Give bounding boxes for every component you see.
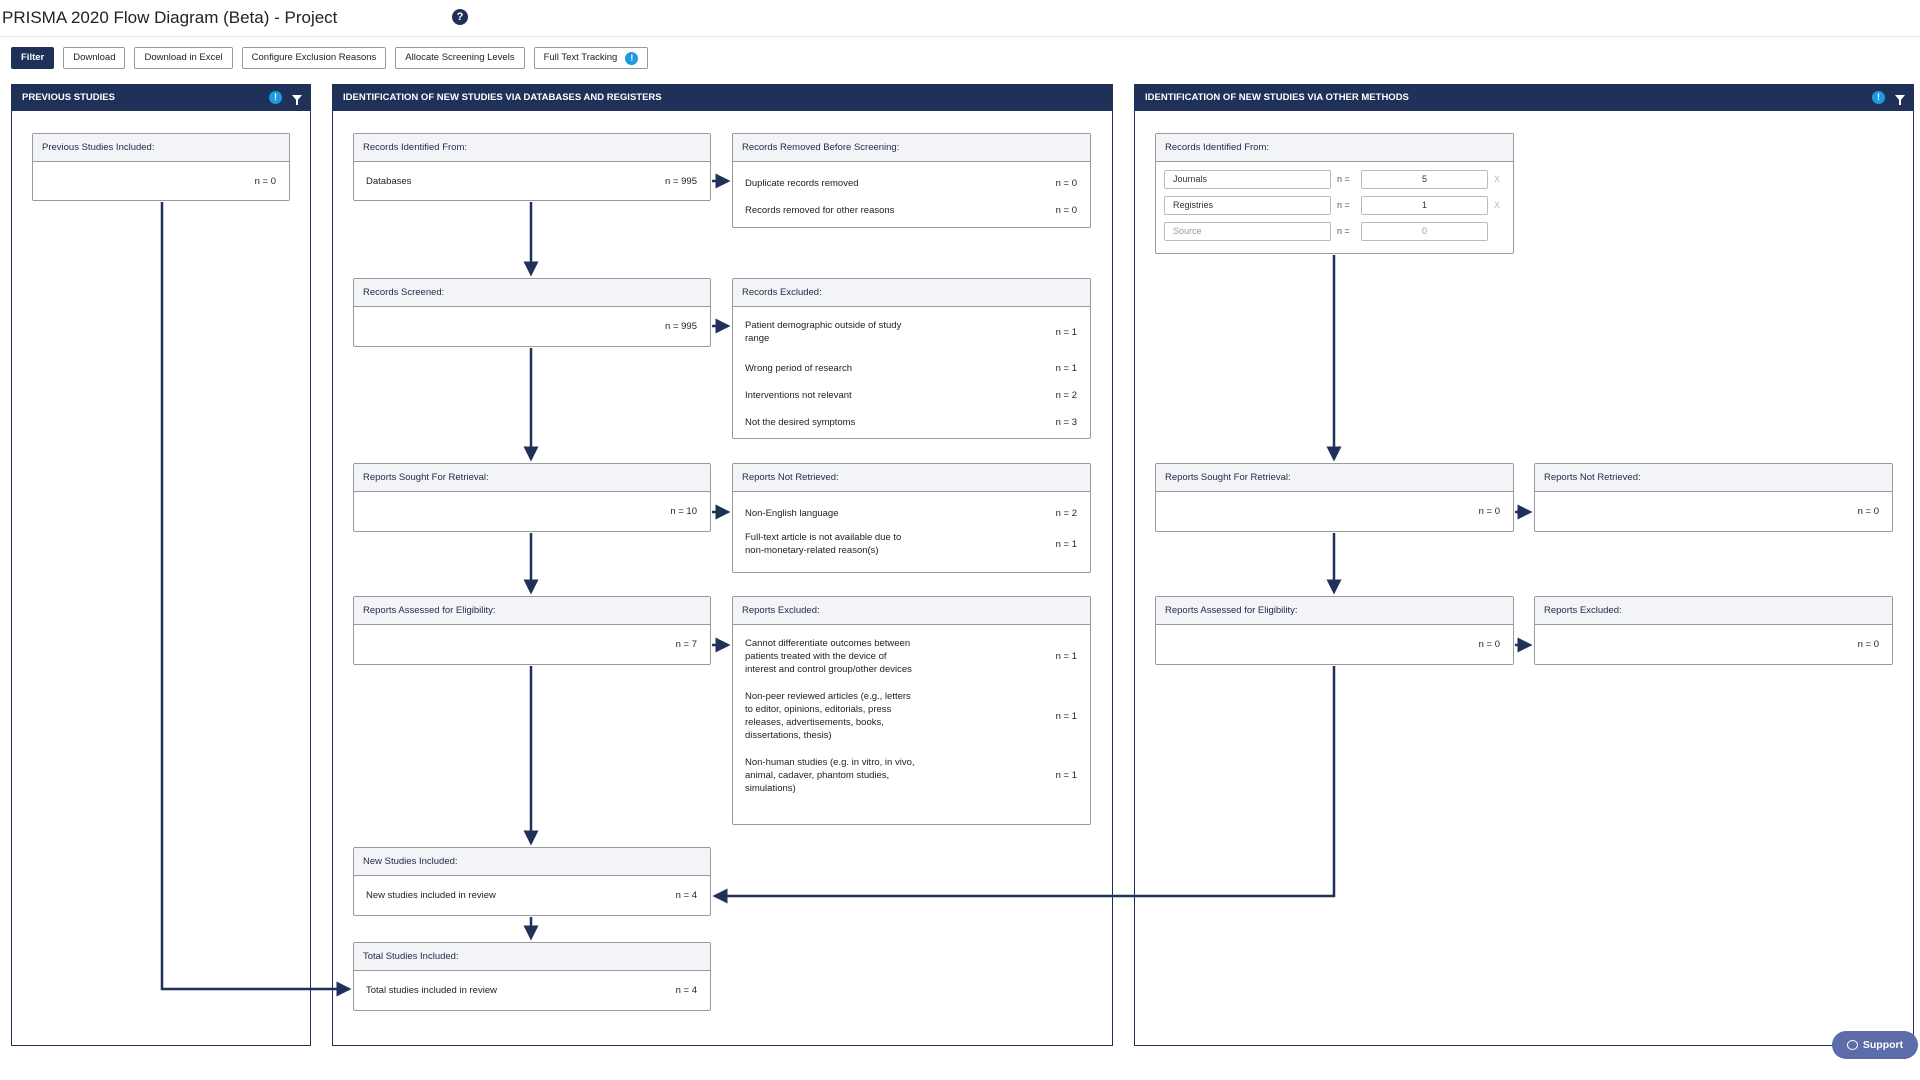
support-button[interactable]: Support <box>1832 1031 1918 1059</box>
arrow-connector <box>715 666 1334 896</box>
arrow-connector <box>162 202 349 989</box>
flow-connectors <box>0 0 1920 1080</box>
chat-icon <box>1847 1040 1858 1050</box>
support-label: Support <box>1863 1039 1903 1051</box>
